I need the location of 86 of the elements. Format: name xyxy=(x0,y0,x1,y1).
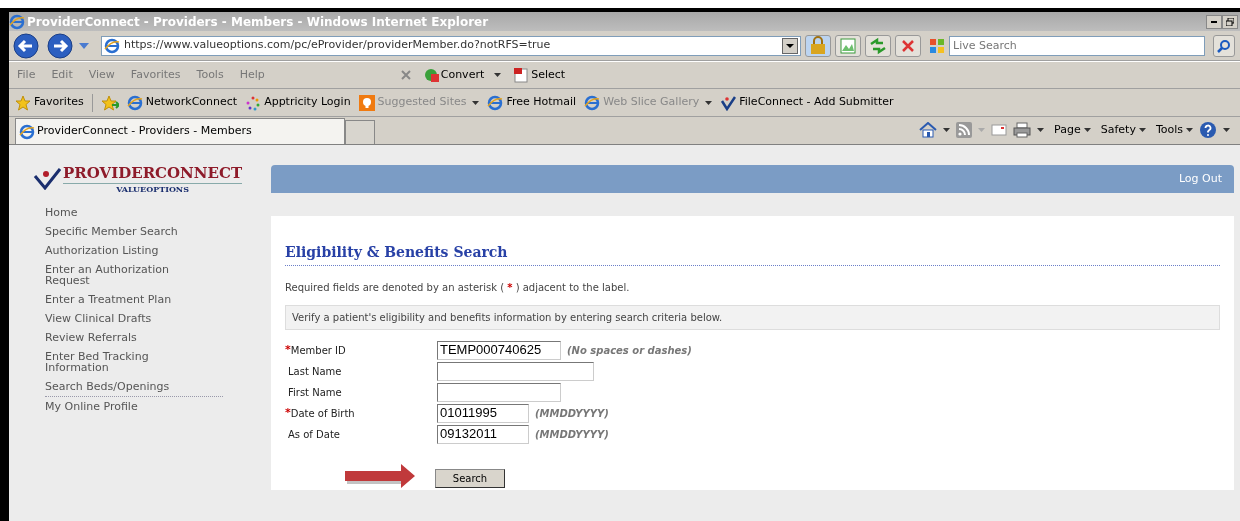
dots-icon xyxy=(245,94,262,111)
search-button[interactable] xyxy=(1213,34,1235,57)
caret-icon[interactable] xyxy=(1037,128,1045,132)
sidebar-link[interactable]: Enter a Treatment Plan xyxy=(45,290,193,309)
lock-button[interactable] xyxy=(805,34,831,57)
logo-text: PROVIDERCONNECT xyxy=(63,165,243,184)
star-icon xyxy=(15,94,31,111)
windows-icon xyxy=(929,37,945,54)
ie-icon xyxy=(9,13,25,30)
search-button[interactable]: Search xyxy=(435,468,505,488)
window-title: ProviderConnect - Providers - Members - Windows Internet Explorer xyxy=(27,13,489,31)
sidebar-link[interactable]: Authorization Listing xyxy=(45,241,193,260)
convert-button[interactable]: Convert xyxy=(422,66,485,84)
refresh-button[interactable] xyxy=(865,34,891,57)
ie-icon xyxy=(19,123,35,140)
command-menu[interactable]: Tools xyxy=(1155,121,1193,139)
search-icon xyxy=(1217,38,1231,53)
sidebar-link[interactable]: Enter an Authorization Request xyxy=(45,260,193,290)
address-field[interactable]: https://www.valueoptions.com/pc/eProvider/providerMember.do?notRFS=true xyxy=(101,35,801,56)
search-field[interactable]: Live Search xyxy=(949,35,1205,56)
field-label: Member ID xyxy=(290,343,346,358)
field-label: As of Date xyxy=(288,427,340,442)
sidebar-link[interactable]: Home xyxy=(45,203,193,222)
caret-icon xyxy=(1083,128,1091,132)
required-asterisk: * xyxy=(285,404,291,421)
logo-subtitle: VALUEOPTIONS xyxy=(116,184,189,193)
sidebar-link[interactable]: Specific Member Search xyxy=(45,222,193,241)
favorite-link[interactable]: Free Hotmail xyxy=(487,94,577,111)
browser-tab[interactable]: ProviderConnect - Providers - Members xyxy=(15,118,345,144)
url-text: https://www.valueoptions.com/pc/eProvider/providerMember.do?notRFS=true xyxy=(124,37,552,54)
field-hint: (No spaces or dashes) xyxy=(567,343,692,358)
bulb-icon xyxy=(358,94,375,111)
caret-icon[interactable] xyxy=(472,100,480,105)
feed-icon[interactable] xyxy=(956,122,973,138)
field-hint: (MMDDYYYY) xyxy=(535,427,609,442)
close-button[interactable] xyxy=(895,34,921,57)
ie-icon xyxy=(487,94,504,111)
forward-icon[interactable] xyxy=(45,32,75,59)
form-title: Eligibility & Benefits Search xyxy=(285,242,1220,266)
minimize-button[interactable] xyxy=(1206,14,1222,29)
minimize-icon xyxy=(1211,20,1217,23)
back-icon[interactable] xyxy=(11,32,41,59)
sidebar-link[interactable]: Search Beds/Openings xyxy=(45,377,223,397)
dropdown-button[interactable] xyxy=(782,37,798,54)
command-menu[interactable]: Page xyxy=(1054,121,1091,139)
ie-icon xyxy=(584,94,601,111)
restore-icon xyxy=(1226,17,1234,26)
favorite-link[interactable]: NetworkConnect xyxy=(126,94,238,111)
sidebar-link[interactable]: View Clinical Drafts xyxy=(45,309,193,328)
print-icon[interactable] xyxy=(1013,122,1032,138)
required-asterisk: * xyxy=(285,341,291,358)
caret-icon[interactable] xyxy=(1223,128,1230,132)
ie-icon xyxy=(126,94,143,111)
help-icon[interactable] xyxy=(1199,121,1217,139)
command-menu[interactable]: Safety xyxy=(1100,121,1146,139)
picture-button[interactable] xyxy=(835,34,861,57)
check-icon xyxy=(720,94,737,111)
select-button[interactable]: Select xyxy=(513,66,566,84)
favorite-link[interactable]: Apptricity Login xyxy=(245,94,351,111)
field-label: Date of Birth xyxy=(290,406,355,421)
field-label: Last Name xyxy=(288,364,342,379)
instructions-text: Verify a patient's eligibility and benefits information by entering search criteria below. xyxy=(285,305,1220,330)
favorite-link[interactable]: FileConnect - Add Submitter xyxy=(720,94,894,111)
caret-icon[interactable] xyxy=(705,100,713,105)
caret-icon[interactable] xyxy=(494,73,502,77)
sidebar-link[interactable]: My Online Profile xyxy=(45,397,193,416)
favorites-button[interactable]: Favorites xyxy=(15,94,84,111)
ie-icon xyxy=(104,37,120,54)
field-hint: (MMDDYYYY) xyxy=(535,406,609,421)
caret-icon xyxy=(786,43,794,48)
sidebar-link[interactable]: Enter Bed Tracking Information xyxy=(45,347,193,377)
sidebar-link[interactable]: Review Referrals xyxy=(45,328,193,347)
caret-icon[interactable] xyxy=(943,128,951,132)
field-label: First Name xyxy=(288,385,342,400)
caret-icon xyxy=(1186,128,1193,132)
caret-icon xyxy=(1138,128,1146,132)
mail-icon[interactable] xyxy=(991,124,1008,136)
check-icon xyxy=(33,168,61,190)
restore-button[interactable] xyxy=(1222,14,1238,29)
home-icon[interactable] xyxy=(919,122,938,138)
input-field[interactable] xyxy=(437,382,561,402)
required-note: Required fields are denoted by an asterisk ( * ) adjacent to the label. xyxy=(285,281,631,295)
input-field[interactable] xyxy=(437,361,594,381)
input-field[interactable]: 01011995 xyxy=(437,403,529,423)
input-field[interactable]: TEMP000740625 xyxy=(437,340,561,360)
input-field[interactable]: 09132011 xyxy=(437,424,529,444)
